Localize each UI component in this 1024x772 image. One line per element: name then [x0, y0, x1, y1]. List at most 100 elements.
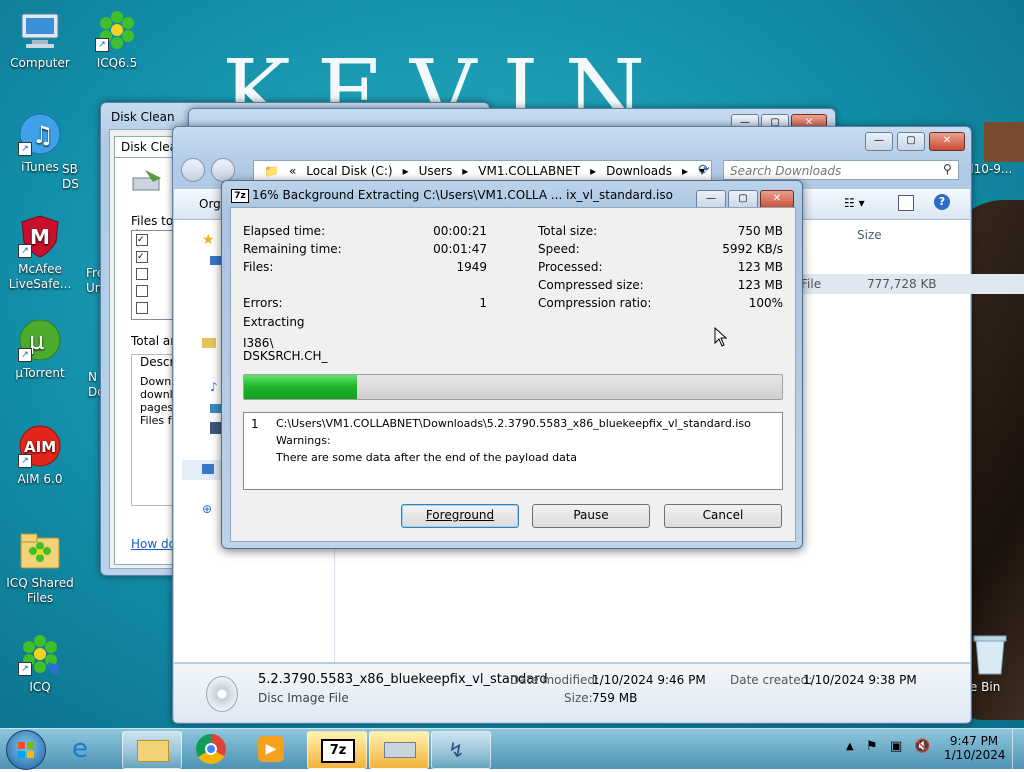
- details-pane: 5.2.3790.5583_x86_bluekeepfix_vl_standar…: [174, 663, 970, 722]
- shortcut-arrow-icon: ↗: [18, 244, 32, 258]
- log-path: C:\Users\VM1.COLLABNET\Downloads\5.2.379…: [276, 417, 751, 430]
- desktop: KEVIN Computer ↗ ICQ6.5 ♫ ↗ iTunes M ↗ M…: [0, 0, 1024, 728]
- checkbox[interactable]: ✓: [136, 234, 148, 246]
- breadcrumb-user[interactable]: VM1.COLLABNET: [478, 164, 580, 178]
- address-separator: «: [288, 164, 297, 178]
- clock-time: 9:47 PM: [949, 734, 999, 748]
- taskbar-explorer-button[interactable]: [122, 731, 182, 769]
- details-file-type: Disc Image File: [258, 691, 349, 705]
- back-button[interactable]: [181, 158, 205, 182]
- total-size-label: Total size:: [538, 224, 598, 238]
- search-icon[interactable]: ⚲: [943, 162, 952, 176]
- star-icon[interactable]: ★: [202, 232, 215, 248]
- forward-button[interactable]: [211, 158, 235, 182]
- folder-icon: 📁: [264, 164, 279, 178]
- dialog-client: Elapsed time: 00:00:21 Remaining time: 0…: [230, 207, 796, 542]
- taskbar-7zip-button[interactable]: 7z: [307, 731, 367, 769]
- errors-label: Errors:: [243, 296, 283, 310]
- extracting-label: Extracting: [243, 315, 305, 329]
- help-icon[interactable]: ?: [934, 194, 950, 210]
- extract-progress-dialog[interactable]: 7z 16% Background Extracting C:\Users\VM…: [221, 180, 803, 549]
- breadcrumb-downloads[interactable]: Downloads: [606, 164, 672, 178]
- icon-label: ICQ Shared Files: [6, 576, 74, 605]
- start-button[interactable]: [6, 730, 46, 770]
- taskbar: e ▶ 7z ↯ ▲ ⚑ ▣ 🔇 9:47 PM 1/10/2024: [0, 728, 1024, 770]
- refresh-icon[interactable]: ⟳: [693, 160, 715, 180]
- breadcrumb-local-disk[interactable]: Local Disk (C:): [306, 164, 392, 178]
- network-tool-icon: ↯: [448, 738, 465, 762]
- checkbox[interactable]: [136, 285, 148, 297]
- desktop-icon-mcafee[interactable]: M ↗ McAfee LiveSafe...: [0, 214, 80, 292]
- icon-label: McAfee LiveSafe...: [8, 262, 72, 291]
- music-icon[interactable]: ♪: [210, 380, 218, 394]
- pause-button[interactable]: Pause: [532, 504, 650, 528]
- checkbox[interactable]: [136, 302, 148, 314]
- close-button[interactable]: ✕: [929, 132, 965, 151]
- desktop-icon-icq65[interactable]: ↗ ICQ6.5: [77, 8, 157, 71]
- shortcut-arrow-icon: ↗: [95, 38, 109, 52]
- log-index: 1: [251, 417, 259, 431]
- checkbox[interactable]: [136, 268, 148, 280]
- clock-date: 1/10/2024: [944, 748, 1006, 762]
- remaining-label: Remaining time:: [243, 242, 342, 256]
- action-center-flag-icon[interactable]: ⚑: [866, 739, 878, 754]
- icon-label: ICQ6.5: [96, 56, 138, 70]
- search-input[interactable]: Search Downloads: [723, 160, 959, 180]
- svg-text:♫: ♫: [32, 121, 54, 149]
- chevron-right-icon: ▸: [402, 164, 409, 178]
- compression-ratio-label: Compression ratio:: [538, 296, 652, 310]
- maximize-button[interactable]: ▢: [897, 132, 925, 151]
- minimize-button[interactable]: —: [865, 132, 893, 151]
- checkbox[interactable]: ✓: [136, 251, 148, 263]
- shortcut-arrow-icon: ↗: [18, 454, 32, 468]
- details-created-label: Date created:: [730, 673, 813, 687]
- network-status-icon[interactable]: ▣: [890, 739, 902, 754]
- column-header-size[interactable]: Size: [857, 228, 882, 242]
- show-desktop-button[interactable]: [1012, 729, 1024, 769]
- icon-label: AIM 6.0: [17, 472, 63, 486]
- media-player-icon[interactable]: ▶: [258, 736, 284, 762]
- desktop-icon-partial[interactable]: d10-9...: [966, 162, 1024, 177]
- view-options-icon[interactable]: ☷ ▾: [844, 196, 865, 210]
- chrome-icon[interactable]: [196, 734, 226, 764]
- file-row-selected[interactable]: File 777,728 KB: [795, 274, 1024, 294]
- dialog-title: 16% Background Extracting C:\Users\VM1.C…: [252, 188, 673, 202]
- breadcrumb-users[interactable]: Users: [419, 164, 453, 178]
- icon-label: SB: [62, 162, 78, 176]
- desktop-icon-utorrent[interactable]: µ ↗ µTorrent: [0, 318, 80, 381]
- current-folder: I386\: [243, 336, 274, 350]
- desktop-icon-aim[interactable]: AIM ↗ AIM 6.0: [0, 424, 80, 487]
- show-hidden-icons-icon[interactable]: ▲: [846, 741, 854, 752]
- folder-icon: [18, 528, 62, 572]
- computer-icon: [202, 464, 214, 474]
- library-icon[interactable]: [202, 338, 216, 348]
- desktop-icon-partial-sb[interactable]: SB DS: [62, 162, 102, 192]
- volume-muted-icon[interactable]: 🔇: [914, 739, 930, 754]
- file-type-cell: File: [801, 277, 822, 291]
- thumbnail-image: [984, 122, 1024, 162]
- cancel-button[interactable]: Cancel: [664, 504, 782, 528]
- shortcut-arrow-icon: ↗: [18, 662, 32, 676]
- chrome-center: [205, 743, 217, 755]
- details-file-name: 5.2.3790.5583_x86_bluekeepfix_vl_standar…: [258, 672, 548, 687]
- desktop-icon-icq-shared[interactable]: ICQ Shared Files: [0, 528, 80, 606]
- details-size-value: 759 MB: [592, 691, 638, 705]
- recycle-bin-icon: [968, 632, 1012, 676]
- taskbar-disk-cleanup-button[interactable]: [369, 731, 429, 769]
- clock[interactable]: 9:47 PM 1/10/2024: [944, 734, 1006, 762]
- preview-pane-icon[interactable]: [898, 195, 914, 211]
- progress-bar: [243, 374, 783, 400]
- flower-icon: ↗: [95, 8, 139, 52]
- network-icon[interactable]: ⊕: [202, 502, 212, 516]
- processed-value: 123 MB: [737, 260, 783, 274]
- taskbar-app-button[interactable]: ↯: [431, 731, 491, 769]
- internet-explorer-icon[interactable]: e: [72, 735, 88, 763]
- computer-icon: [18, 8, 62, 52]
- foreground-button[interactable]: Foreground: [401, 504, 519, 528]
- message-log[interactable]: 1 C:\Users\VM1.COLLABNET\Downloads\5.2.3…: [243, 412, 783, 490]
- desktop-icon-computer[interactable]: Computer: [0, 8, 80, 71]
- address-bar[interactable]: 📁 « Local Disk (C:) ▸ Users ▸ VM1.COLLAB…: [253, 160, 712, 182]
- desktop-icon-icq[interactable]: ↗ ICQ: [0, 632, 80, 695]
- icon-label: d10-9...: [966, 162, 1013, 176]
- compressed-size-value: 123 MB: [737, 278, 783, 292]
